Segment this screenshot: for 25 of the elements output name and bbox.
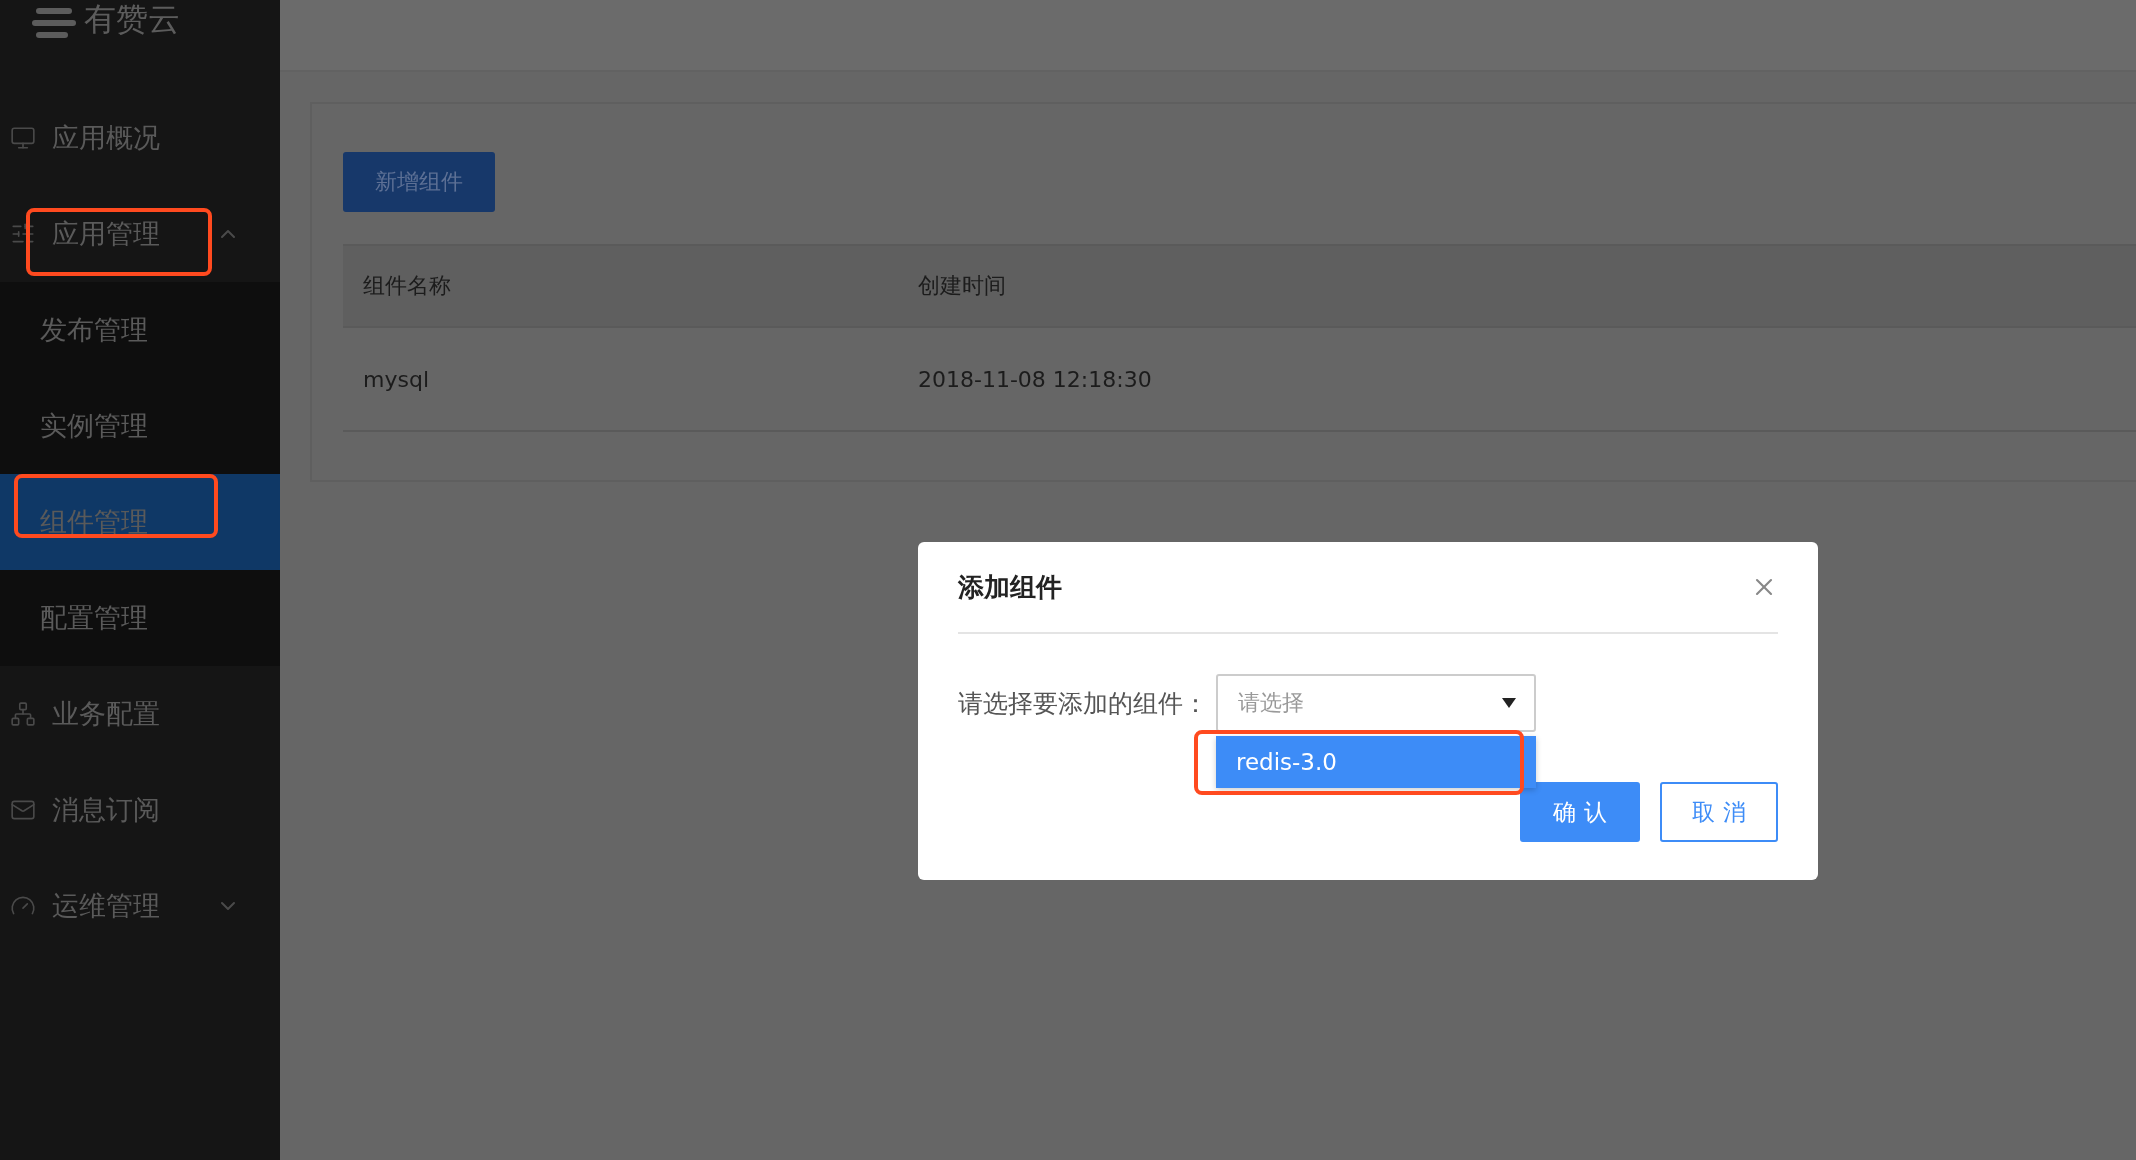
menu-icon: [10, 701, 36, 727]
submenu-item[interactable]: 发布管理: [0, 282, 280, 378]
sidebar-item[interactable]: 运维管理: [0, 858, 280, 954]
logo-text: 有赞云: [84, 0, 180, 38]
dropdown-option[interactable]: redis-3.0: [1216, 736, 1536, 788]
menu-icon: [10, 125, 36, 151]
column-header: 组件名称: [362, 272, 451, 300]
dialog-title: 添加组件: [958, 570, 1062, 604]
sidebar-item[interactable]: 应用管理: [0, 186, 280, 282]
sidebar-item[interactable]: 应用概况: [0, 90, 280, 186]
select-field[interactable]: 请选择: [1216, 674, 1536, 732]
submenu-item[interactable]: 配置管理: [0, 570, 280, 666]
submenu-item[interactable]: 组件管理: [0, 474, 280, 570]
field-label: 请选择要添加的组件：: [958, 687, 1208, 720]
sidebar-item[interactable]: 消息订阅: [0, 762, 280, 858]
column-header: 创建时间: [917, 272, 1006, 300]
sidebar-item[interactable]: 业务配置: [0, 666, 280, 762]
confirm-button[interactable]: 确 认: [1520, 782, 1640, 842]
table-cell-text: mysql: [362, 366, 429, 392]
cancel-button[interactable]: 取 消: [1660, 782, 1778, 842]
add-component-button[interactable]: 新增组件: [343, 152, 495, 212]
logo-icon: [32, 8, 76, 38]
caret-icon: [1502, 698, 1516, 708]
submenu-item[interactable]: 实例管理: [0, 378, 280, 474]
table-cell-text: 2018-11-08 12:18:30: [917, 366, 1152, 392]
